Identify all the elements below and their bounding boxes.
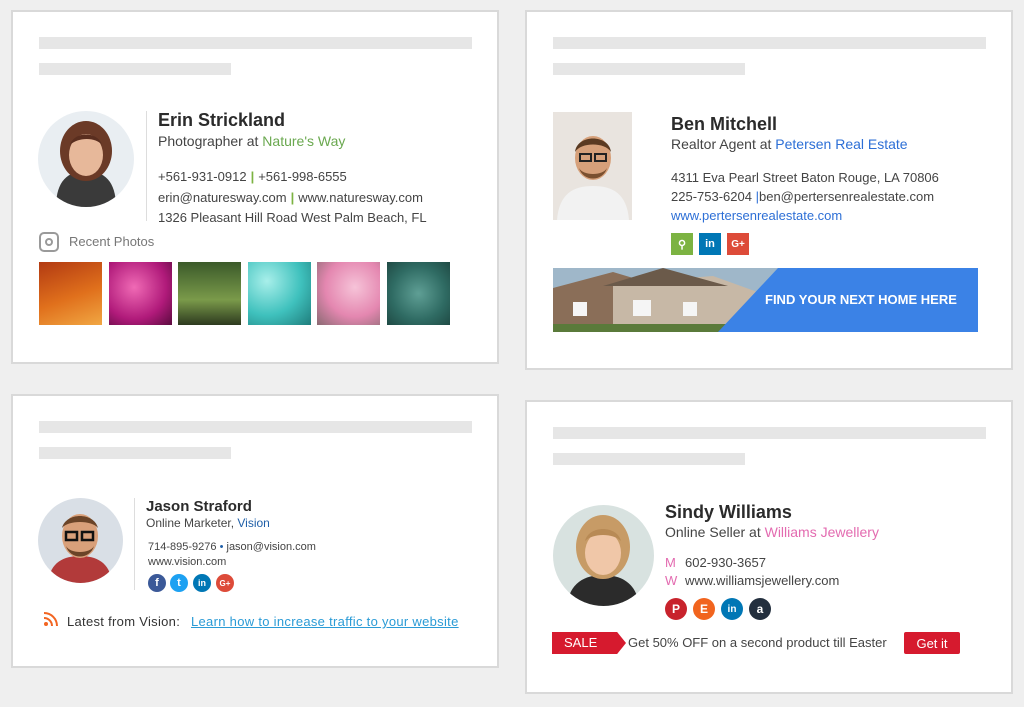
linkedin-icon[interactable]: in	[193, 574, 211, 592]
etsy-icon[interactable]: E	[693, 598, 715, 620]
website-link[interactable]: www.vision.com	[148, 556, 226, 568]
title-text: Online Marketer,	[146, 516, 238, 530]
address: 4311 Eva Pearl Street Baton Rouge, LA 70…	[671, 170, 939, 185]
company-link[interactable]: Vision	[237, 516, 269, 530]
recent-photo-autumn[interactable]	[39, 262, 102, 325]
signature-name: Ben Mitchell	[671, 114, 778, 134]
rss-icon	[43, 611, 59, 627]
mobile-row: M 602-930-3657	[665, 555, 766, 570]
title-text: Photographer at	[158, 133, 263, 149]
email-link[interactable]: jason@vision.com	[227, 541, 316, 553]
linkedin-icon[interactable]: in	[699, 233, 721, 255]
signature-title: Realtor Agent at Petersen Real Estate	[671, 136, 908, 152]
latest-article-link[interactable]: Learn how to increase traffic to your we…	[191, 614, 459, 629]
banner-text: FIND YOUR NEXT HOME HERE	[765, 292, 957, 307]
latest-label: Latest from Vision:	[67, 614, 181, 629]
linkedin-icon[interactable]: in	[721, 598, 743, 620]
signature-title: Online Seller at Williams Jewellery	[665, 524, 879, 540]
placeholder-line	[553, 63, 745, 75]
avatar	[553, 112, 632, 220]
promo-text: Get 50% OFF on a second product till Eas…	[628, 635, 887, 650]
company-link[interactable]: Nature's Way	[262, 133, 345, 149]
phone-link[interactable]: 225-753-6204	[671, 189, 752, 204]
web-label: W	[665, 573, 678, 588]
phone-link[interactable]: 602-930-3657	[685, 555, 766, 570]
signature-name: Sindy Williams	[665, 502, 792, 522]
signature-card-erin: Erin Strickland Photographer at Nature's…	[11, 10, 499, 364]
twitter-icon[interactable]: t	[170, 574, 188, 592]
google-plus-icon[interactable]: G+	[216, 574, 234, 592]
avatar	[38, 498, 123, 583]
facebook-icon[interactable]: f	[148, 574, 166, 592]
sale-label: SALE	[564, 635, 598, 650]
real-estate-banner[interactable]: FIND YOUR NEXT HOME HERE	[553, 268, 978, 332]
email-link[interactable]: ben@pertersenrealestate.com	[759, 189, 934, 204]
amazon-icon[interactable]: a	[749, 598, 771, 620]
signature-title: Photographer at Nature's Way	[158, 133, 345, 149]
placeholder-line	[39, 447, 231, 459]
google-plus-icon[interactable]: G+	[727, 233, 749, 255]
website-link[interactable]: www.pertersenrealestate.com	[671, 208, 842, 223]
phone-primary[interactable]: +561-931-0912	[158, 169, 247, 184]
separator: |	[250, 169, 255, 184]
email-link[interactable]: erin@naturesway.com	[158, 190, 287, 205]
get-it-button[interactable]: Get it	[904, 632, 960, 654]
bullet: •	[219, 541, 224, 553]
recent-photo-dew[interactable]	[248, 262, 311, 325]
phone-row: +561-931-0912 | +561-998-6555	[158, 169, 347, 184]
placeholder-line	[553, 453, 745, 465]
placeholder-line	[39, 63, 231, 75]
phone-link[interactable]: 714-895-9276	[148, 541, 217, 553]
website-link[interactable]: www.naturesway.com	[298, 190, 423, 205]
address: 1326 Pleasant Hill Road West Palm Beach,…	[158, 210, 427, 225]
signature-card-jason: Jason Straford Online Marketer, Vision 7…	[11, 394, 499, 668]
title-text: Realtor Agent at	[671, 136, 776, 152]
separator: |	[290, 190, 295, 205]
phone-secondary[interactable]: +561-998-6555	[258, 169, 347, 184]
signature-title: Online Marketer, Vision	[146, 516, 270, 530]
company-link[interactable]: Petersen Real Estate	[775, 136, 907, 152]
signature-card-ben: Ben Mitchell Realtor Agent at Petersen R…	[525, 10, 1013, 370]
contact-row: 225-753-6204 |ben@pertersenrealestate.co…	[671, 189, 934, 204]
instagram-icon[interactable]	[39, 232, 59, 252]
pinterest-icon[interactable]: P	[665, 598, 687, 620]
placeholder-line	[39, 37, 472, 49]
sale-badge: SALE	[552, 632, 626, 654]
contact-row: 714-895-9276 • jason@vision.com	[148, 541, 316, 553]
placeholder-line	[553, 37, 986, 49]
divider	[134, 498, 135, 590]
signature-card-sindy: Sindy Williams Online Seller at Williams…	[525, 400, 1013, 694]
avatar	[553, 505, 654, 606]
get-it-label: Get it	[916, 635, 948, 651]
mobile-label: M	[665, 555, 676, 570]
avatar	[38, 111, 134, 207]
recent-photo-bird[interactable]	[178, 262, 241, 325]
recent-photo-succulent[interactable]	[387, 262, 450, 325]
web-row: Wwww.williamsjewellery.com	[665, 573, 839, 588]
company-link[interactable]: Williams Jewellery	[765, 524, 879, 540]
placeholder-line	[553, 427, 986, 439]
signature-name: Erin Strickland	[158, 110, 286, 130]
contact-row: erin@naturesway.com | www.naturesway.com	[158, 190, 423, 205]
divider	[146, 111, 147, 221]
recent-photo-flowers[interactable]	[109, 262, 172, 325]
map-pin-icon[interactable]: ⚲	[671, 233, 693, 255]
signature-name: Jason Straford	[146, 498, 252, 515]
website-link[interactable]: www.williamsjewellery.com	[685, 573, 839, 588]
title-text: Online Seller at	[665, 524, 765, 540]
placeholder-line	[39, 421, 472, 433]
recent-photos-label: Recent Photos	[69, 234, 155, 249]
recent-photo-blossom[interactable]	[317, 262, 380, 325]
